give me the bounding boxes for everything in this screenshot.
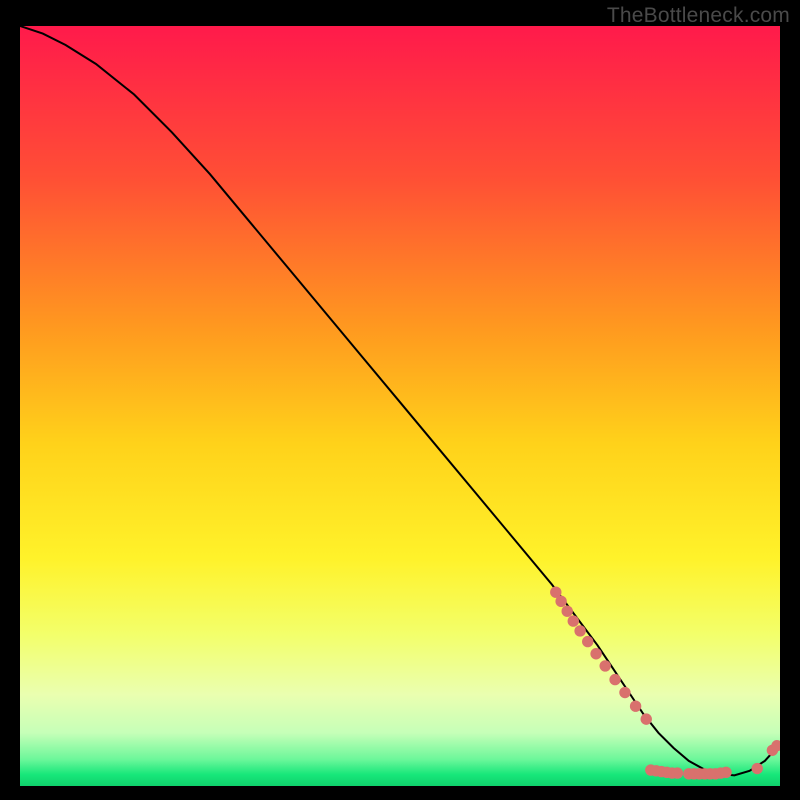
data-point	[562, 606, 573, 617]
chart-stage: TheBottleneck.com	[0, 0, 800, 800]
watermark-text: TheBottleneck.com	[607, 4, 790, 28]
data-point	[672, 767, 683, 778]
data-point	[609, 674, 620, 685]
data-point	[600, 660, 611, 671]
data-point	[619, 687, 630, 698]
data-point	[752, 763, 763, 774]
data-point	[720, 767, 731, 778]
data-point	[641, 713, 652, 724]
data-point	[574, 625, 585, 636]
data-point	[555, 596, 566, 607]
data-point	[568, 615, 579, 626]
points-layer	[20, 26, 780, 786]
data-point	[582, 636, 593, 647]
data-point	[630, 701, 641, 712]
data-point	[590, 648, 601, 659]
plot-area	[20, 26, 780, 786]
